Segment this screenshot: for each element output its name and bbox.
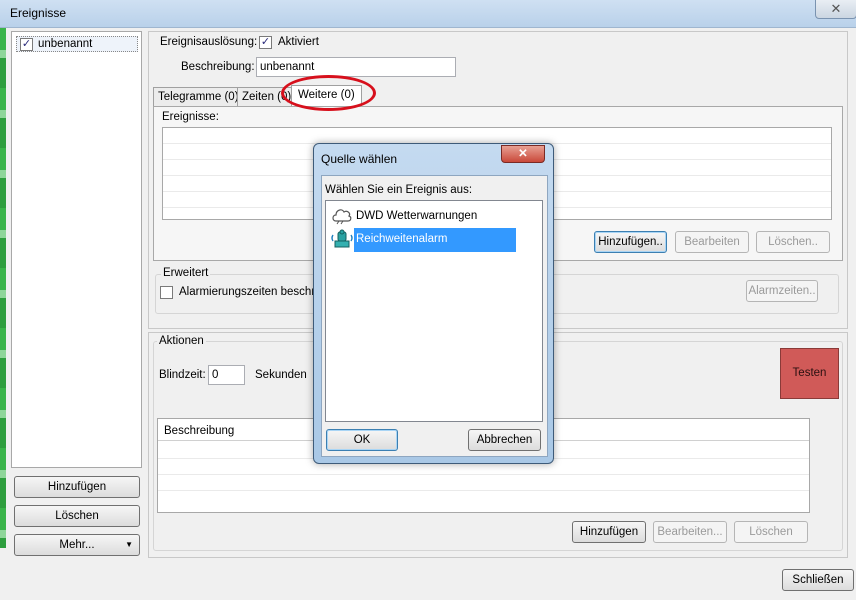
annotation-ellipse [281,75,376,111]
dialog-prompt: Wählen Sie ein Ereignis aus: [325,184,473,196]
delete-event-button[interactable]: Löschen [14,505,140,527]
grid-line [158,474,809,475]
alarm-times-button[interactable]: Alarmzeiten.. [746,280,818,302]
list-item-label: DWD Wetterwarnungen [356,210,478,222]
edit-action-button[interactable]: Bearbeiten... [653,521,727,543]
seconds-label: Sekunden [255,369,307,381]
tab-telegrams[interactable]: Telegramme (0) [153,87,244,106]
activated-label: Aktiviert [278,36,319,48]
list-item-label: unbenannt [38,38,93,50]
more-button[interactable]: Mehr... ▼ [14,534,140,556]
cancel-button[interactable]: Abbrechen [468,429,541,451]
restrict-alarm-times-checkbox[interactable] [160,286,173,299]
add-event-source-button[interactable]: Hinzufügen.. [594,231,667,253]
close-button[interactable]: Schließen [782,569,854,591]
list-item-label: Reichweitenalarm [354,228,516,252]
close-icon: ✕ [518,148,528,160]
dialog-close-button[interactable]: ✕ [501,145,545,163]
description-label: Beschreibung: [181,61,255,73]
add-event-button[interactable]: Hinzufügen [14,476,140,498]
list-item[interactable]: DWD Wetterwarnungen [329,204,519,228]
window-close-button[interactable]: ✕ [815,0,856,19]
blind-time-input[interactable]: 0 [208,365,245,385]
list-item[interactable]: ✓ unbenannt [16,36,138,52]
list-item-checkbox[interactable]: ✓ [20,38,33,51]
range-alarm-icon [331,229,353,248]
more-button-label: Mehr... [59,539,95,551]
events-group-label: Ereignisse: [162,111,219,123]
blind-time-label: Blindzeit: [159,369,206,381]
event-list[interactable]: ✓ unbenannt [11,31,142,468]
chevron-down-icon: ▼ [125,540,133,549]
dialog-content: Wählen Sie ein Ereignis aus: DWD Wetterw… [321,175,548,457]
column-header-description[interactable]: Beschreibung [164,425,234,437]
test-button[interactable]: Testen [780,348,839,399]
dialog-title: Quelle wählen [321,152,398,166]
window-title: Ereignisse [10,6,67,20]
list-item-selected[interactable]: Reichweitenalarm [329,228,521,252]
delete-event-source-button[interactable]: Löschen.. [756,231,830,253]
edit-event-source-button[interactable]: Bearbeiten [675,231,749,253]
ok-button[interactable]: OK [326,429,398,451]
background-strip [0,28,6,548]
restrict-alarm-times-label: Alarmierungszeiten beschränken [179,286,314,298]
close-icon: ✕ [830,1,842,16]
actions-group-label: Aktionen [157,335,206,347]
event-trigger-label: Ereignisauslösung: [160,36,258,48]
cloud-icon [332,209,352,225]
activated-checkbox[interactable]: ✓ [259,36,272,49]
window-titlebar: Ereignisse ✕ [0,0,856,28]
source-list[interactable]: DWD Wetterwarnungen Reichweitenalarm [325,200,543,422]
grid-line [158,490,809,491]
description-input[interactable]: unbenannt [256,57,456,77]
delete-action-button[interactable]: Löschen [734,521,808,543]
select-source-dialog: Quelle wählen ✕ Wählen Sie ein Ereignis … [313,143,554,464]
add-action-button[interactable]: Hinzufügen [572,521,646,543]
extended-group-label: Erweitert [161,267,211,279]
